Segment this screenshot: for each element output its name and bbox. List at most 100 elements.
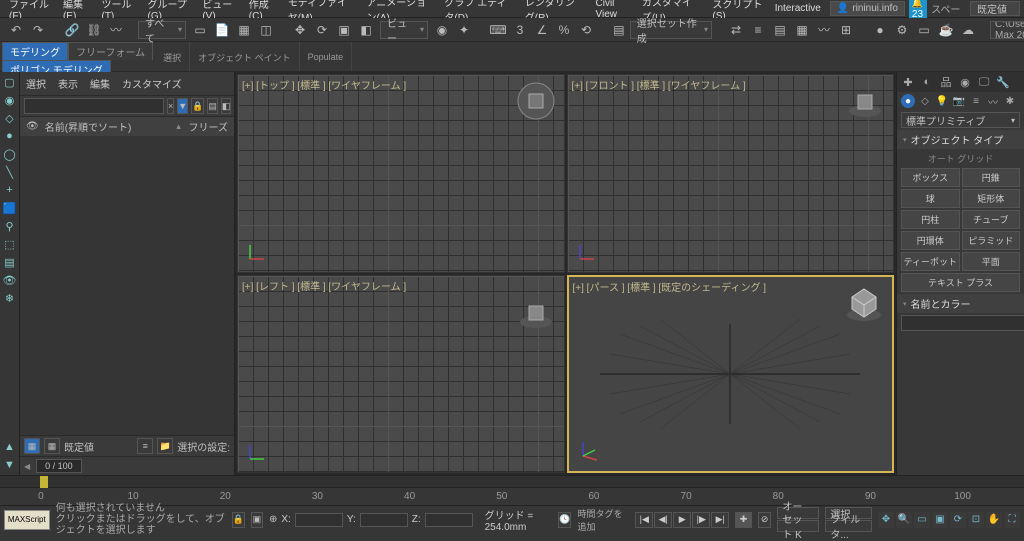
- layout-2-button[interactable]: ▦: [44, 438, 60, 454]
- key-mode-button[interactable]: ⊘: [758, 512, 772, 528]
- scene-tab-edit[interactable]: 編集: [88, 74, 112, 93]
- strip-bone-icon[interactable]: ⚲: [2, 218, 18, 234]
- named-selset-button[interactable]: ▤: [610, 20, 628, 40]
- nav-pan2-button[interactable]: ✋: [986, 512, 1002, 528]
- strip-freeze-icon[interactable]: ❄: [2, 290, 18, 306]
- coord-y-input[interactable]: [360, 513, 408, 527]
- selset-mini-button[interactable]: ▤: [207, 98, 218, 114]
- render-frame-button[interactable]: ▭: [914, 20, 934, 40]
- filter-button[interactable]: ▼: [177, 98, 188, 114]
- strip-up-icon[interactable]: ▲: [2, 439, 18, 455]
- redo-button[interactable]: ↷: [28, 20, 48, 40]
- time-tag-button[interactable]: 🕓: [558, 512, 571, 528]
- scene-search-input[interactable]: [24, 98, 164, 114]
- object-name-input[interactable]: [901, 315, 1024, 331]
- play-button[interactable]: ▶: [673, 512, 691, 528]
- strip-lights-icon[interactable]: ●: [2, 128, 18, 144]
- prim-textplus[interactable]: テキスト プラス: [901, 273, 1020, 292]
- strip-geometry-icon[interactable]: ◉: [2, 92, 18, 108]
- clear-search-button[interactable]: ×: [167, 98, 174, 114]
- timeline[interactable]: 0 10 20 30 40 50 60 70 80 90 100: [0, 475, 1024, 505]
- folder-button[interactable]: 📁: [157, 438, 173, 454]
- scale-button[interactable]: ▣: [334, 20, 354, 40]
- autogrid-checkbox[interactable]: オート グリッド: [901, 151, 1020, 166]
- cmd-sub-helpers[interactable]: ≡: [969, 94, 983, 108]
- prim-teapot[interactable]: ティーポット: [901, 252, 960, 271]
- strip-cameras-icon[interactable]: ◯: [2, 146, 18, 162]
- snap-toggle-button[interactable]: 3: [510, 20, 530, 40]
- render-button[interactable]: ☕: [936, 20, 956, 40]
- prim-pyramid[interactable]: ピラミッド: [962, 231, 1021, 250]
- select-region-button[interactable]: ▦: [234, 20, 254, 40]
- nav-orbit-button[interactable]: ⟳: [950, 512, 966, 528]
- strip-shapes-icon[interactable]: ◇: [2, 110, 18, 126]
- prim-cylinder[interactable]: 円柱: [901, 210, 960, 229]
- goto-start-button[interactable]: |◀: [635, 512, 653, 528]
- viewport-front[interactable]: [+] [フロント ] [標準 ] [ワイヤフレーム ]: [567, 74, 895, 273]
- selection-filter-dropdown[interactable]: すべて: [138, 21, 186, 39]
- cmd-tab-display[interactable]: 🖵: [975, 74, 993, 90]
- prim-cone[interactable]: 円錐: [962, 168, 1021, 187]
- manipulate-button[interactable]: ✦: [454, 20, 474, 40]
- viewcube-front[interactable]: [845, 81, 885, 121]
- mirror-button[interactable]: ⇄: [726, 20, 746, 40]
- user-signin[interactable]: 👤 rininui.info: [830, 1, 905, 16]
- spinner-snap-button[interactable]: ⟲: [576, 20, 596, 40]
- link-button[interactable]: 🔗: [62, 20, 82, 40]
- next-frame-button[interactable]: |▶: [692, 512, 710, 528]
- layers-button[interactable]: ≡: [137, 438, 153, 454]
- toggle-ribbon-button[interactable]: ▦: [792, 20, 812, 40]
- viewcube-persp[interactable]: [844, 283, 884, 323]
- prim-plane[interactable]: 平面: [962, 252, 1021, 271]
- select-object-button[interactable]: ▭: [190, 20, 210, 40]
- maxscript-listener[interactable]: MAXScript: [4, 510, 50, 530]
- ref-coord-dropdown[interactable]: ビュー: [380, 21, 428, 39]
- lock-icon[interactable]: 🔒: [191, 98, 204, 114]
- prev-frame-button[interactable]: ◀|: [654, 512, 672, 528]
- nav-pan-button[interactable]: ✥: [878, 512, 894, 528]
- goto-end-button[interactable]: ▶|: [711, 512, 729, 528]
- prim-sphere[interactable]: 球: [901, 189, 960, 208]
- rotate-button[interactable]: ⟳: [312, 20, 332, 40]
- window-crossing-button[interactable]: ◫: [256, 20, 276, 40]
- cmd-sub-geometry[interactable]: ●: [901, 94, 915, 108]
- strip-helpers-icon[interactable]: +: [2, 182, 18, 198]
- scene-freeze-label[interactable]: フリーズ: [189, 119, 229, 134]
- display-mini-button[interactable]: ◧: [221, 98, 232, 114]
- prim-torus[interactable]: 円環体: [901, 231, 960, 250]
- strip-layer-icon[interactable]: ▤: [2, 254, 18, 270]
- viewcube-left[interactable]: [516, 292, 556, 332]
- set-key-large-button[interactable]: ✚: [735, 512, 752, 528]
- strip-toggle-icon[interactable]: ▢: [2, 74, 18, 90]
- viewport-left[interactable]: [+] [レフト ] [標準 ] [ワイヤフレーム ]: [237, 275, 565, 474]
- scene-tab-customize[interactable]: カスタマイズ: [120, 74, 184, 93]
- rollout-name-color[interactable]: 名前とカラー: [897, 294, 1024, 313]
- vp-label-persp[interactable]: [+] [パース ] [標準 ] [既定のシェーディング ]: [573, 279, 767, 294]
- ribbon-sec-objectpaint[interactable]: オブジェクト ペイント: [198, 51, 291, 64]
- bind-spacewarp-button[interactable]: 〰: [106, 20, 126, 40]
- transform-gizmo-icon[interactable]: ⊕: [269, 514, 277, 525]
- isolate-button[interactable]: ▣: [251, 512, 263, 528]
- render-setup-button[interactable]: ⚙: [892, 20, 912, 40]
- rollout-object-type[interactable]: オブジェクト タイプ: [897, 130, 1024, 149]
- move-button[interactable]: ✥: [290, 20, 310, 40]
- viewport-perspective[interactable]: [+] [パース ] [標準 ] [既定のシェーディング ]: [567, 275, 895, 474]
- viewcube-top[interactable]: [516, 81, 556, 121]
- ribbon-sec-selection[interactable]: 選択: [163, 51, 181, 64]
- nav-zoom-button[interactable]: 🔍: [896, 512, 912, 528]
- add-time-tag-label[interactable]: 時間タグを追加: [577, 507, 623, 533]
- strip-container-icon[interactable]: ⬚: [2, 236, 18, 252]
- frame-indicator[interactable]: 0 / 100: [36, 459, 82, 473]
- prim-box[interactable]: ボックス: [901, 168, 960, 187]
- prev-frame-arrow[interactable]: ◀: [24, 462, 30, 471]
- cmd-tab-motion[interactable]: ◉: [956, 74, 974, 90]
- coord-z-input[interactable]: [425, 513, 473, 527]
- percent-snap-button[interactable]: %: [554, 20, 574, 40]
- keyboard-shortcut-button[interactable]: ⌨: [488, 20, 508, 40]
- setkey-button[interactable]: セット K: [777, 520, 819, 532]
- cmd-sub-cameras[interactable]: 📷: [952, 94, 966, 108]
- cmd-sub-spacewarps[interactable]: 〰: [986, 94, 1000, 108]
- select-by-name-button[interactable]: 📄: [212, 20, 232, 40]
- vp-label-top[interactable]: [+] [トップ ] [標準 ] [ワイヤフレーム ]: [242, 77, 406, 92]
- vp-label-front[interactable]: [+] [フロント ] [標準 ] [ワイヤフレーム ]: [572, 77, 746, 92]
